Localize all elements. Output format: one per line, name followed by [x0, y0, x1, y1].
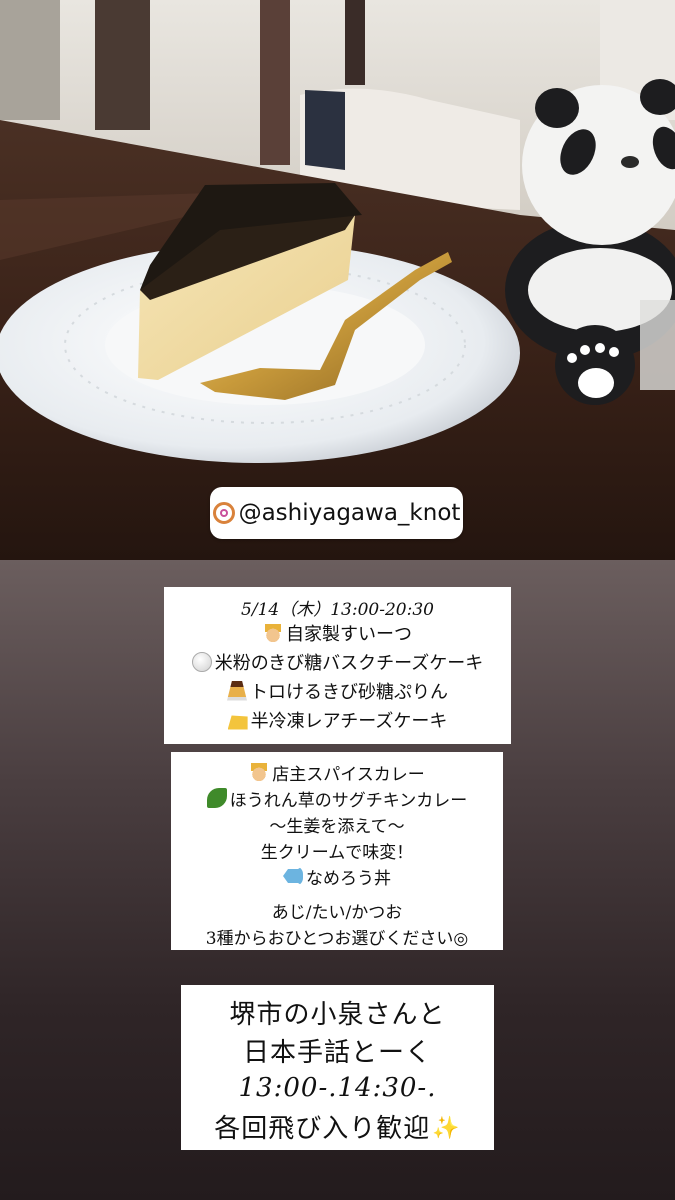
pudding-icon — [227, 680, 247, 701]
curry-item-label: ほうれん草のサグチキンカレー — [229, 790, 468, 811]
worker-icon — [249, 762, 270, 782]
sweets-item: 米粉のきび糖バスクチーズケーキ — [164, 647, 511, 676]
curry-item: ほうれん草のサグチキンカレー — [171, 785, 503, 811]
sweets-header: 自家製すいーつ — [164, 618, 511, 647]
curry-header: 店主スパイスカレー — [171, 759, 503, 785]
instagram-at-icon — [212, 502, 235, 524]
sweets-header-label: 自家製すいーつ — [286, 623, 412, 645]
sweets-item-label: 半冷凍レアチーズケーキ — [250, 710, 448, 732]
curry-menu-card: 店主スパイスカレー ほうれん草のサグチキンカレー 〜生姜を添えて〜 生クリームで… — [171, 752, 503, 950]
sparkles-icon: ✨ — [432, 1116, 461, 1141]
worker-icon — [263, 622, 283, 643]
curry-note: 生クリームで味変！ — [260, 842, 414, 863]
sweets-menu-card: 5/14（木）13:00-20:30 自家製すいーつ 米粉のきび糖バスクチーズケ… — [164, 587, 511, 744]
event-time: 13:00-.14:30-. — [238, 1073, 437, 1103]
instagram-mention-sticker[interactable]: @ashiyagawa_knot — [210, 487, 463, 539]
curry-note: あじ/たい/かつお — [271, 902, 403, 923]
menu-date: 5/14（木）13:00-20:30 — [241, 599, 434, 620]
sweets-item-label: 米粉のきび糖バスクチーズケーキ — [214, 652, 484, 674]
sweets-item-label: トロけるきび砂糖ぷりん — [250, 681, 448, 703]
sweets-item: トロけるきび砂糖ぷりん — [164, 676, 511, 705]
cheese-icon — [227, 715, 248, 730]
event-line: 各回飛び入り歓迎 ✨ — [181, 1107, 494, 1145]
curry-note: 〜生姜を添えて〜 — [269, 816, 405, 837]
curry-item-label: なめろう丼 — [306, 868, 391, 889]
event-line: 堺市の小泉さんと — [229, 999, 446, 1030]
sweets-item: 半冷凍レアチーズケーキ — [164, 705, 511, 734]
white-circle-icon — [191, 651, 212, 672]
fish-icon — [283, 866, 303, 886]
event-welcome-label: 各回飛び入り歓迎 — [214, 1113, 431, 1144]
curry-header-label: 店主スパイスカレー — [272, 764, 425, 785]
leafy-green-icon — [206, 788, 227, 808]
mention-handle: @ashiyagawa_knot — [238, 500, 461, 526]
event-line: 日本手話とーく — [242, 1037, 432, 1068]
curry-note: 3種からおひとつお選びください◎ — [205, 928, 469, 949]
curry-item: なめろう丼 — [171, 863, 503, 889]
cheesecake-photo — [0, 0, 675, 560]
event-card: 堺市の小泉さんと 日本手話とーく 13:00-.14:30-. 各回飛び入り歓迎… — [181, 985, 494, 1150]
